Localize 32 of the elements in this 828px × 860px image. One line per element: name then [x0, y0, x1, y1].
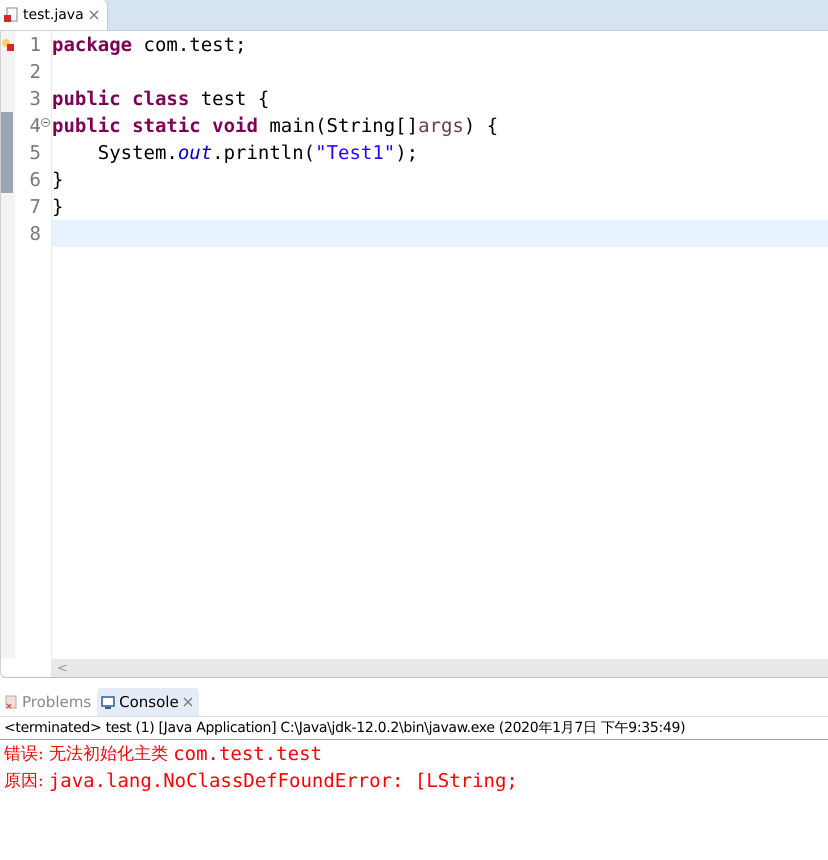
scroll-left-arrow[interactable]: < [57, 660, 68, 676]
panel-tab[interactable]: Problems [0, 688, 98, 716]
console-status: <terminated> test (1) [Java Application] C:\Java\jdk-12.0.2\bin\javaw.exe (2020年1月7日 下午9:35:49) [0, 717, 828, 740]
line-number: 5 [30, 142, 41, 164]
error-message: java.lang.NoClassDefFoundError: [LString; [48, 770, 518, 792]
error-label: 错误: 无法初始化主类 [4, 743, 168, 765]
line-number: 1 [30, 34, 41, 56]
range-indicator [1, 112, 13, 139]
range-indicator [1, 166, 13, 193]
horizontal-scrollbar[interactable]: < [51, 659, 828, 677]
console-icon [101, 696, 116, 708]
java-file-error-icon [4, 7, 18, 23]
code-line: } [52, 196, 64, 218]
close-icon[interactable] [88, 10, 99, 20]
line-number: 7 [30, 196, 41, 218]
editor-tab[interactable]: test.java [0, 0, 108, 30]
line-number: 6 [30, 168, 41, 190]
error-label: 原因: [4, 770, 44, 792]
error-message: com.test.test [173, 742, 322, 764]
code-line: System.out.println("Test1"); [96, 142, 418, 164]
line-number: 2 [30, 60, 41, 82]
line-number: 4 [30, 114, 41, 136]
code-line: public static void main(String[]args) { [52, 114, 498, 136]
problems-icon [4, 694, 18, 710]
panel-tab[interactable]: Console [97, 688, 199, 716]
code-line: public class test { [52, 88, 270, 110]
line-number: 8 [30, 222, 41, 244]
code-line: package com.test; [52, 34, 246, 56]
close-icon[interactable] [182, 697, 193, 707]
code-line: } [52, 168, 64, 190]
fold-icon[interactable] [41, 118, 50, 127]
line-number: 3 [30, 88, 41, 110]
